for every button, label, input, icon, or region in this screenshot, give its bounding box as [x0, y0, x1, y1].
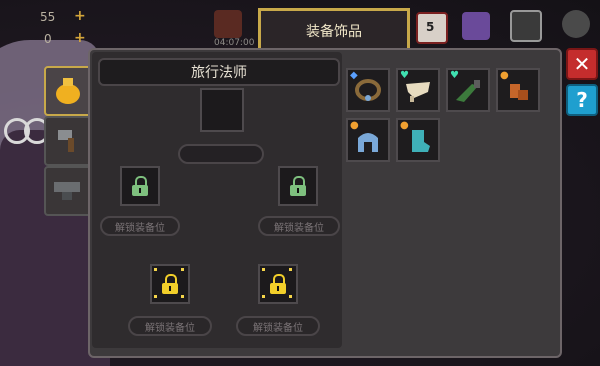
gold-lock-icon	[268, 274, 288, 294]
favorite-heart-icon: ♥	[450, 70, 459, 81]
gold-locked-slot-left[interactable]	[150, 264, 190, 304]
inventory-slot-gauntlet[interactable]: ●	[346, 118, 390, 162]
tab-equipment-accessories[interactable]: 装备饰品	[258, 8, 410, 51]
inventory-slot-necklace[interactable]: ◆	[346, 68, 390, 112]
inventory-slot-horn[interactable]: ♥	[396, 68, 440, 112]
class-name-bar: 旅行法师	[98, 58, 340, 86]
calendar-icon[interactable]: 5	[416, 12, 448, 44]
add-resource-second-icon[interactable]: +	[74, 30, 86, 46]
anvil-icon	[54, 182, 80, 200]
unlock-gold-slot-right-button[interactable]: 解锁装备位	[236, 316, 320, 336]
tab-label: 装备饰品	[306, 24, 362, 40]
gold-locked-slot-right[interactable]	[258, 264, 298, 304]
shop-cart-icon[interactable]	[510, 10, 542, 42]
boss-portrait-icon[interactable]	[214, 10, 242, 38]
locked-slot-left[interactable]	[120, 166, 160, 206]
unlock-gold-slot-left-button[interactable]: 解锁装备位	[128, 316, 212, 336]
sock-icon	[412, 130, 430, 152]
favorite-heart-icon: ♥	[400, 70, 409, 81]
rarity-orange-badge-icon: ●	[350, 120, 359, 131]
side-tab-anvil[interactable]	[44, 166, 92, 216]
resource-count-top: 55	[40, 10, 56, 24]
side-tab-weapon[interactable]	[44, 116, 92, 166]
calendar-day: 5	[426, 20, 435, 34]
gold-lock-icon	[160, 274, 180, 294]
add-resource-top-icon[interactable]: +	[74, 8, 86, 24]
locked-slot-right[interactable]	[278, 166, 318, 206]
gauntlet-icon	[358, 133, 378, 152]
rarity-orange-badge-icon: ●	[400, 120, 409, 131]
necklace-icon	[355, 79, 381, 101]
herb-icon	[456, 80, 480, 102]
golden-vase-icon	[56, 78, 80, 104]
inventory-slot-herb[interactable]: ♥	[446, 68, 490, 112]
inventory-slot-boots[interactable]: ●	[496, 68, 540, 112]
horn-icon	[406, 82, 430, 102]
side-tab-accessory[interactable]	[44, 66, 92, 116]
rarity-blue-badge-icon: ◆	[350, 70, 358, 81]
unlock-slot-right-button[interactable]: 解锁装备位	[258, 216, 340, 236]
rarity-orange-badge-icon: ●	[500, 70, 509, 81]
gift-box-icon[interactable]	[462, 12, 490, 40]
boots-icon	[510, 84, 528, 100]
resource-count-second: 0	[44, 32, 52, 46]
close-button[interactable]: ✕	[566, 48, 598, 80]
settings-gear-icon[interactable]	[562, 10, 590, 38]
green-lock-icon	[130, 176, 150, 196]
inventory-slot-sock[interactable]: ●	[396, 118, 440, 162]
unlock-slot-left-button[interactable]: 解锁装备位	[100, 216, 180, 236]
event-timer: 04:07:00	[214, 38, 255, 48]
equipped-accessory-slot[interactable]	[200, 88, 244, 132]
hammer-icon	[58, 130, 74, 152]
help-button[interactable]: ?	[566, 84, 598, 116]
equipped-item-name	[178, 144, 264, 164]
class-name: 旅行法师	[191, 65, 247, 81]
green-lock-icon	[288, 176, 308, 196]
